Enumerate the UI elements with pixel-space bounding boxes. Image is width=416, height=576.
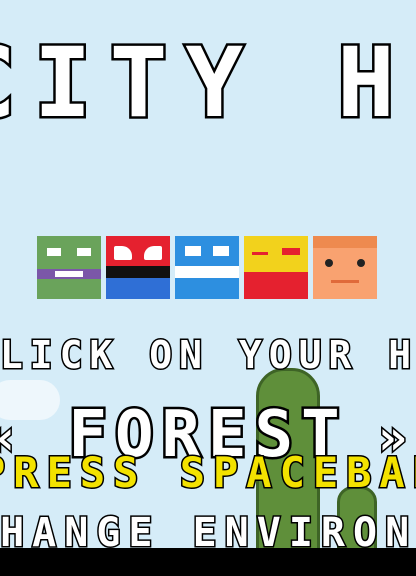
hero-mask: [106, 266, 170, 278]
hero-suit: [244, 272, 308, 299]
game-screen: CITY HERO CLIC: [0, 0, 416, 576]
hero-eye: [252, 252, 268, 255]
hero-eye: [325, 259, 333, 267]
ground: [0, 548, 416, 576]
hero-orange[interactable]: [313, 236, 377, 299]
hero-mask: [175, 266, 239, 278]
hero-eye: [357, 259, 365, 267]
hero-yellow[interactable]: [244, 236, 308, 299]
hero-eye: [77, 248, 91, 256]
spacebar-hint: PRESS SPACEBAR TO: [0, 448, 416, 497]
hero-eye: [185, 246, 201, 256]
hero-suit: [106, 278, 170, 299]
hero-eye: [213, 246, 229, 256]
hero-eye: [47, 248, 61, 256]
hero-eye: [282, 248, 300, 255]
hero-eye: [114, 246, 132, 260]
hero-selector: [37, 236, 377, 299]
game-title: CITY HERO: [0, 26, 416, 141]
hero-eye: [144, 246, 162, 260]
hero-red[interactable]: [106, 236, 170, 299]
hero-blue[interactable]: [175, 236, 239, 299]
hero-mouth: [331, 280, 359, 283]
select-hero-prompt: CLICK ON YOUR HERO TO PLAY: [0, 332, 416, 379]
hero-hair: [313, 236, 377, 248]
hero-mouth: [55, 271, 83, 277]
hero-green-turtle[interactable]: [37, 236, 101, 299]
